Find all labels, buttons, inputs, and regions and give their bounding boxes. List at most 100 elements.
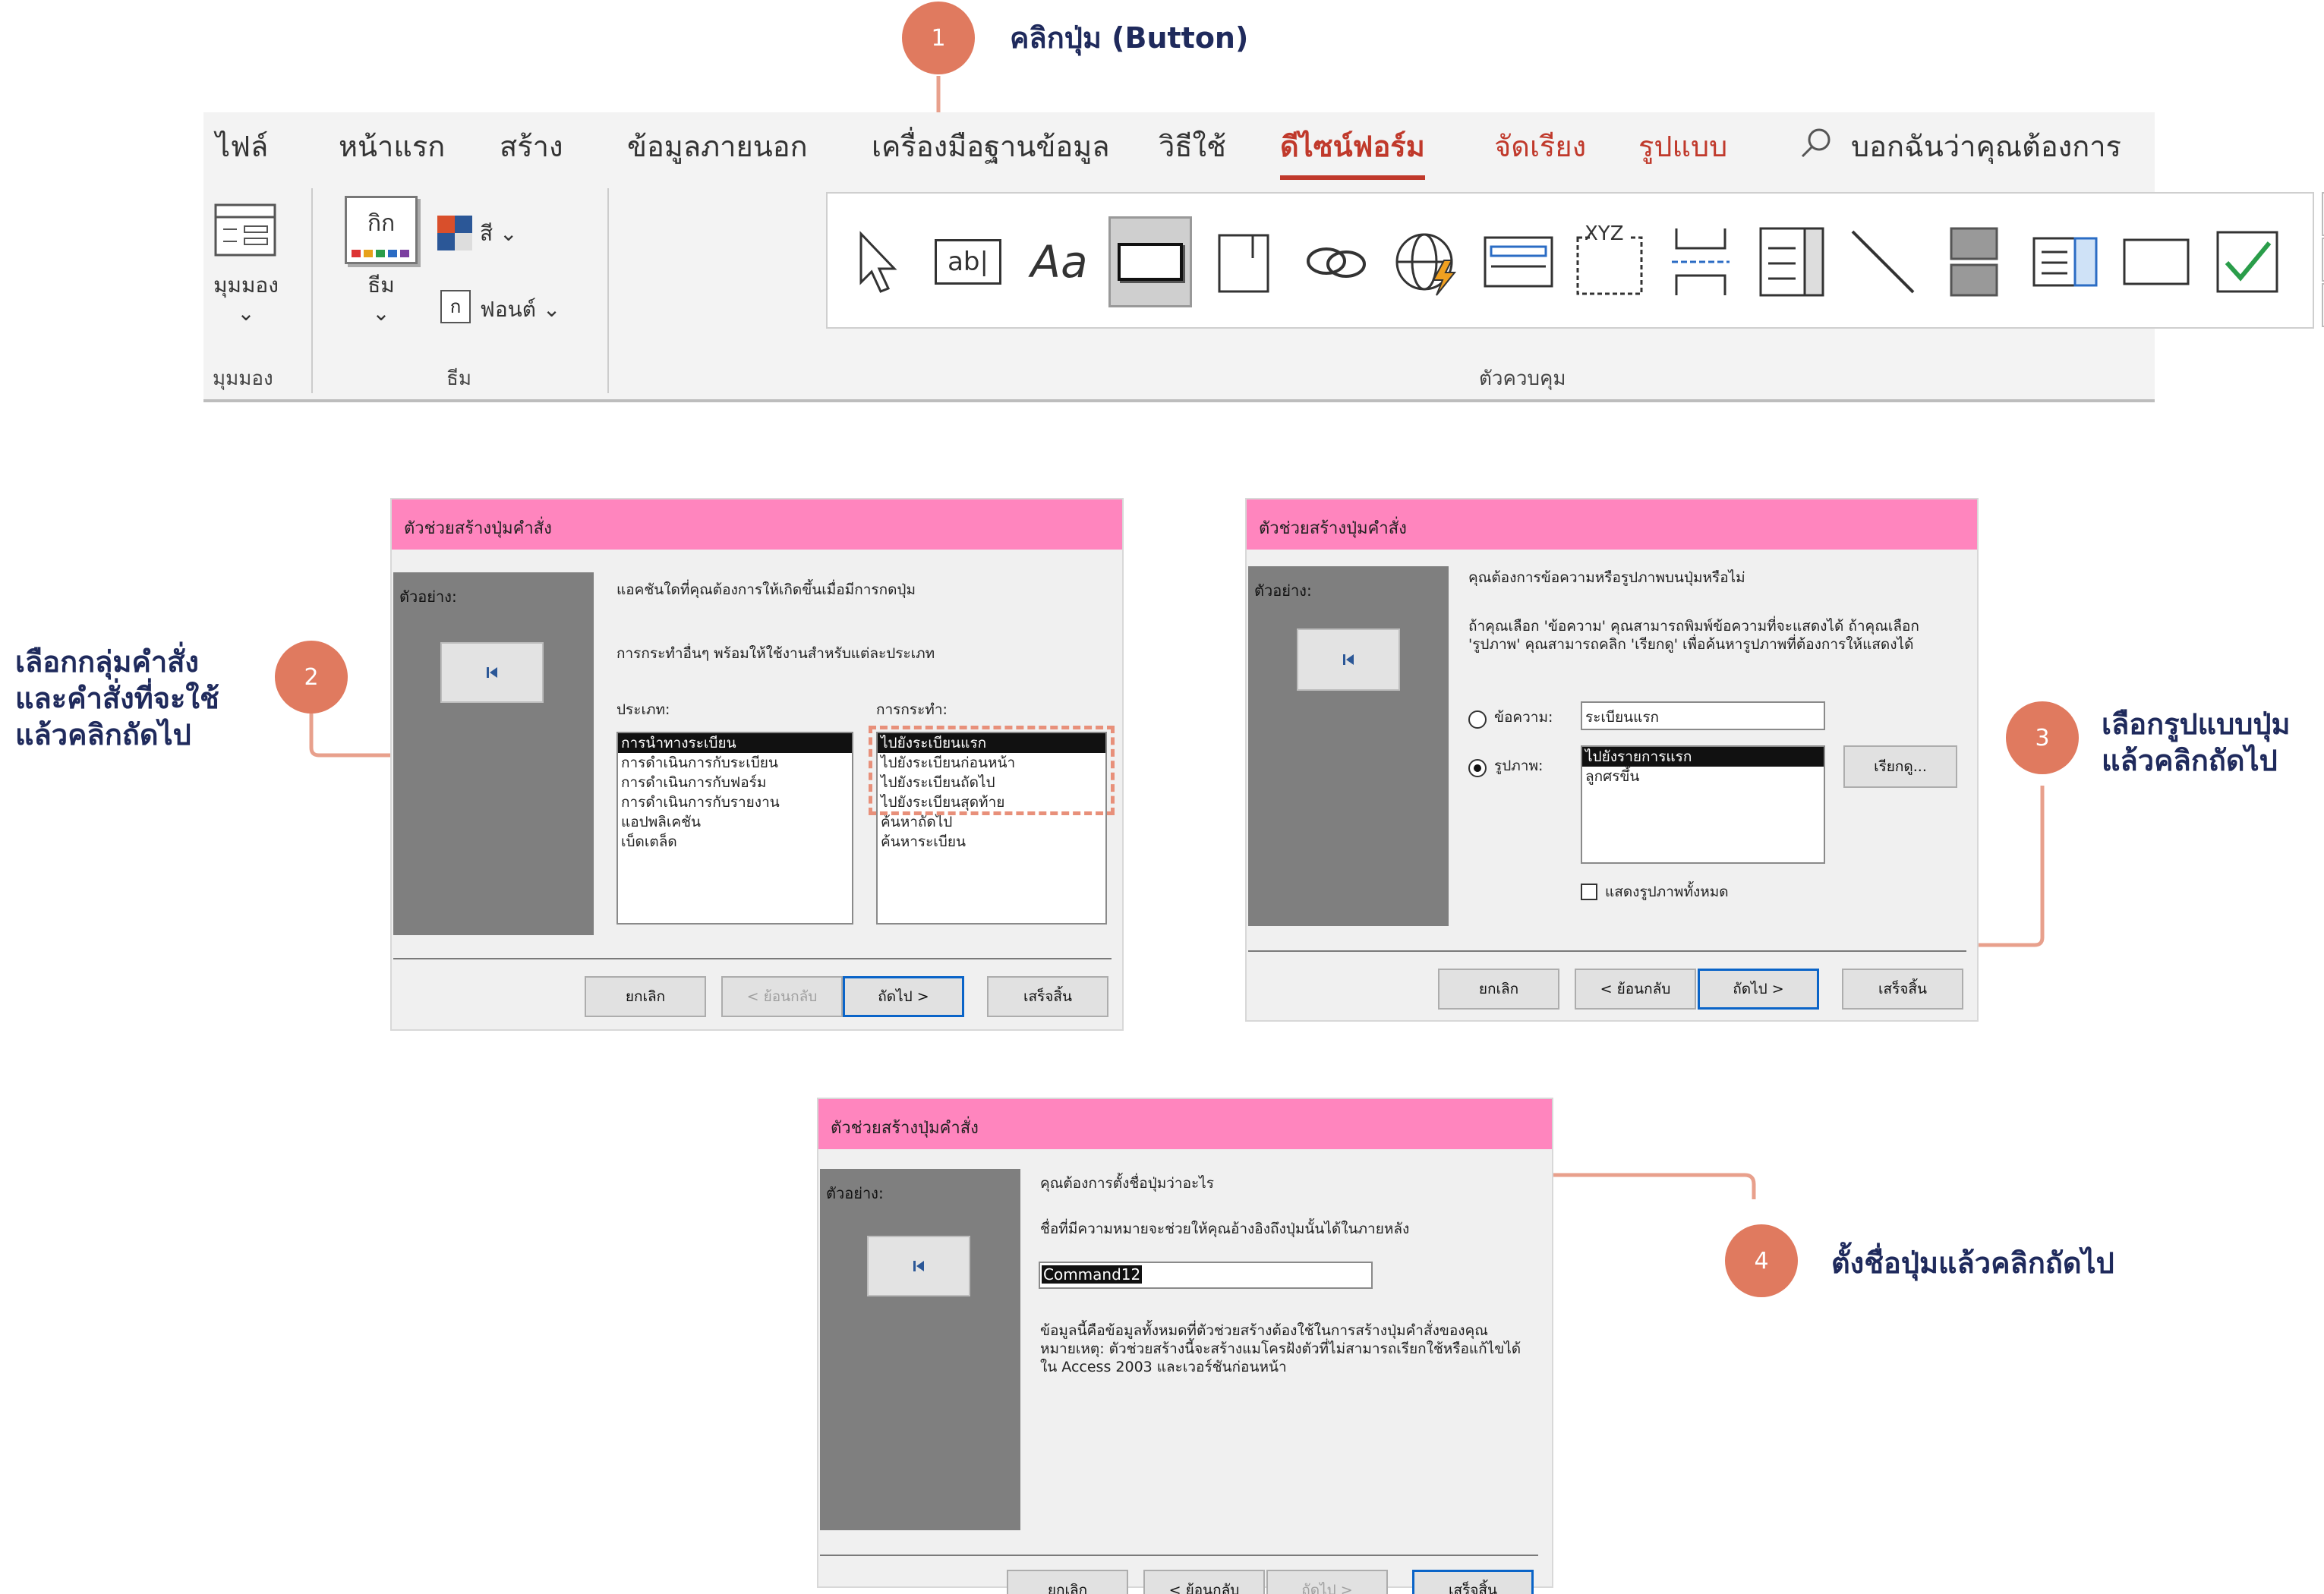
preview-label: ตัวอย่าง: [399, 588, 457, 606]
list-item[interactable]: การดำเนินการกับระเบียน [618, 753, 852, 773]
ribbon-bottom-rule [203, 399, 2155, 402]
next-button[interactable]: ถัดไป > [1266, 1570, 1388, 1594]
rectangle-icon[interactable] [2114, 216, 2198, 307]
list-item[interactable]: การนำทางระเบียน [618, 733, 852, 753]
show-all-checkbox[interactable] [1581, 884, 1597, 900]
cancel-button[interactable]: ยกเลิก [585, 976, 706, 1017]
picture-radio[interactable] [1468, 759, 1487, 777]
first-record-icon [487, 667, 497, 678]
back-button[interactable]: < ย้อนกลับ [721, 976, 843, 1017]
dialog-title: ตัวช่วยสร้างปุ่มคำสั่ง [818, 1099, 1552, 1149]
navigation-icon[interactable] [1477, 216, 1560, 307]
list-item[interactable]: การดำเนินการกับฟอร์ม [618, 773, 852, 792]
button-icon[interactable] [1108, 216, 1192, 307]
step-badge-2: 2 [275, 641, 348, 714]
tab-database-tools[interactable]: เครื่องมือฐานข้อมูล [872, 123, 1109, 169]
divider [311, 188, 313, 393]
actions-label: การกระทำ: [876, 701, 948, 718]
preview-button [1297, 628, 1400, 691]
tab-format[interactable]: รูปแบบ [1638, 123, 1727, 169]
next-button[interactable]: ถัดไป > [843, 976, 964, 1017]
view-button[interactable]: มุมมอง [210, 269, 282, 302]
tab-help[interactable]: วิธีใช้ [1159, 123, 1226, 169]
list-item[interactable]: การดำเนินการกับรายงาน [618, 792, 852, 812]
text-radio[interactable] [1468, 710, 1487, 729]
tell-me-search[interactable]: บอกฉันว่าคุณต้องการ [1851, 123, 2147, 169]
line-icon[interactable] [1841, 216, 1925, 307]
theme-button[interactable]: ธีม [345, 269, 418, 302]
preview-panel: ตัวอย่าง: [393, 572, 594, 935]
dialog-hint: การกระทำอื่นๆ พร้อมให้ใช้งานสำหรับแต่ละป… [616, 645, 935, 662]
colors-button[interactable]: สี ⌄ [480, 217, 517, 250]
theme-group-label: ธีม [446, 367, 472, 390]
button-text-field[interactable]: ระเบียนแรก [1581, 701, 1825, 730]
tab-file[interactable]: ไฟล์ [216, 123, 268, 169]
step-badge-1: 1 [902, 2, 975, 74]
categories-list[interactable]: การนำทางระเบียน การดำเนินการกับระเบียน ก… [616, 732, 853, 925]
next-button[interactable]: ถัดไป > [1698, 969, 1819, 1010]
fonts-icon[interactable]: ก [440, 290, 471, 323]
view-icon[interactable] [214, 203, 276, 257]
list-item[interactable]: ลูกศรขึ้น [1582, 767, 1824, 786]
option-group-icon[interactable]: XYZ [1568, 216, 1651, 307]
hyperlink-icon[interactable] [1294, 216, 1378, 307]
back-button[interactable]: < ย้อนกลับ [1575, 969, 1696, 1010]
divider [1248, 950, 1966, 952]
theme-dropdown-chevron-icon[interactable]: ⌄ [345, 301, 418, 326]
picture-list[interactable]: ไปยังรายการแรก ลูกศรขึ้น [1581, 745, 1825, 864]
list-item[interactable]: ไปยังรายการแรก [1582, 747, 1824, 767]
theme-icon[interactable]: กิก [345, 196, 418, 264]
wizard-dialog-actions: ตัวช่วยสร้างปุ่มคำสั่ง ตัวอย่าง: แอคชันใ… [390, 498, 1124, 1031]
dialog-prompt: คุณต้องการตั้งชื่อปุ่มว่าอะไร [1040, 1175, 1214, 1192]
preview-label: ตัวอย่าง: [1254, 581, 1312, 600]
page-break-icon[interactable] [1659, 216, 1742, 307]
list-item[interactable]: แอปพลิเคชัน [618, 812, 852, 832]
finish-button[interactable]: เสร็จสิ้น [1412, 1570, 1534, 1594]
toggle-icon[interactable] [1932, 216, 2016, 307]
combo-box-icon[interactable] [1750, 216, 1834, 307]
select-icon[interactable] [835, 216, 919, 307]
wizard-dialog-name: ตัวช่วยสร้างปุ่มคำสั่ง ตัวอย่าง: คุณต้อง… [817, 1098, 1553, 1594]
preview-button [867, 1236, 970, 1296]
ribbon: ไฟล์ หน้าแรก สร้าง ข้อมูลภายนอก เครื่องม… [203, 112, 2324, 401]
finish-button[interactable]: เสร็จสิ้น [1842, 969, 1963, 1010]
button-name-field[interactable]: Command12 [1039, 1262, 1373, 1289]
tab-external-data[interactable]: ข้อมูลภายนอก [627, 123, 808, 169]
tab-home[interactable]: หน้าแรก [339, 123, 445, 169]
dialog-title: ตัวช่วยสร้างปุ่มคำสั่ง [1247, 499, 1977, 550]
checkbox-icon[interactable] [2206, 216, 2289, 307]
dialog-hint-2: 'รูปภาพ' คุณสามารถคลิก 'เรียกดู' เพื่อค้… [1468, 636, 1914, 653]
cancel-button[interactable]: ยกเลิก [1438, 969, 1559, 1010]
divider [607, 188, 609, 393]
back-button[interactable]: < ย้อนกลับ [1143, 1570, 1265, 1594]
tab-create[interactable]: สร้าง [500, 123, 563, 169]
view-dropdown-chevron-icon[interactable]: ⌄ [210, 301, 282, 326]
label-icon[interactable]: Aa [1017, 216, 1101, 307]
tab-form-design[interactable]: ดีไซน์ฟอร์ม [1280, 123, 1425, 180]
fonts-button[interactable]: ฟอนต์ ⌄ [480, 293, 560, 326]
step-badge-3: 3 [2006, 701, 2079, 774]
cancel-button[interactable]: ยกเลิก [1007, 1570, 1128, 1594]
search-icon[interactable] [1799, 126, 1833, 159]
tab-control-icon[interactable] [1203, 216, 1287, 307]
step-4-text: ตั้งชื่อปุ่มแล้วคลิกถัดไป [1831, 1246, 2114, 1280]
preview-label: ตัวอย่าง: [826, 1184, 884, 1202]
list-box-icon[interactable] [2023, 216, 2107, 307]
step-2-text: เลือกกลุ่มคำสั่ง และคำสั่งที่จะใช้ แล้วค… [15, 645, 219, 751]
text-option-label: ข้อความ: [1494, 709, 1553, 726]
list-item[interactable]: เบ็ดเตล็ด [618, 832, 852, 852]
textbox-icon[interactable]: ab| [926, 216, 1010, 307]
tab-arrange[interactable]: จัดเรียง [1494, 123, 1586, 169]
controls-gallery: ab| Aa XYZ [826, 192, 2314, 329]
wizard-dialog-appearance: ตัวช่วยสร้างปุ่มคำสั่ง ตัวอย่าง: คุณต้อง… [1245, 498, 1979, 1022]
first-record-icon [1343, 654, 1354, 665]
dialog-hint: ชื่อที่มีความหมายจะช่วยให้คุณอ้างอิงถึงป… [1040, 1221, 1410, 1237]
browse-button[interactable]: เรียกดู... [1843, 745, 1957, 788]
divider [820, 1555, 1538, 1556]
list-item[interactable]: ค้นหาระเบียน [878, 832, 1105, 852]
preview-panel: ตัวอย่าง: [1248, 566, 1449, 926]
web-browser-icon[interactable] [1386, 216, 1469, 307]
finish-button[interactable]: เสร็จสิ้น [987, 976, 1108, 1017]
categories-label: ประเภท: [616, 701, 670, 718]
colors-icon[interactable] [437, 216, 472, 250]
